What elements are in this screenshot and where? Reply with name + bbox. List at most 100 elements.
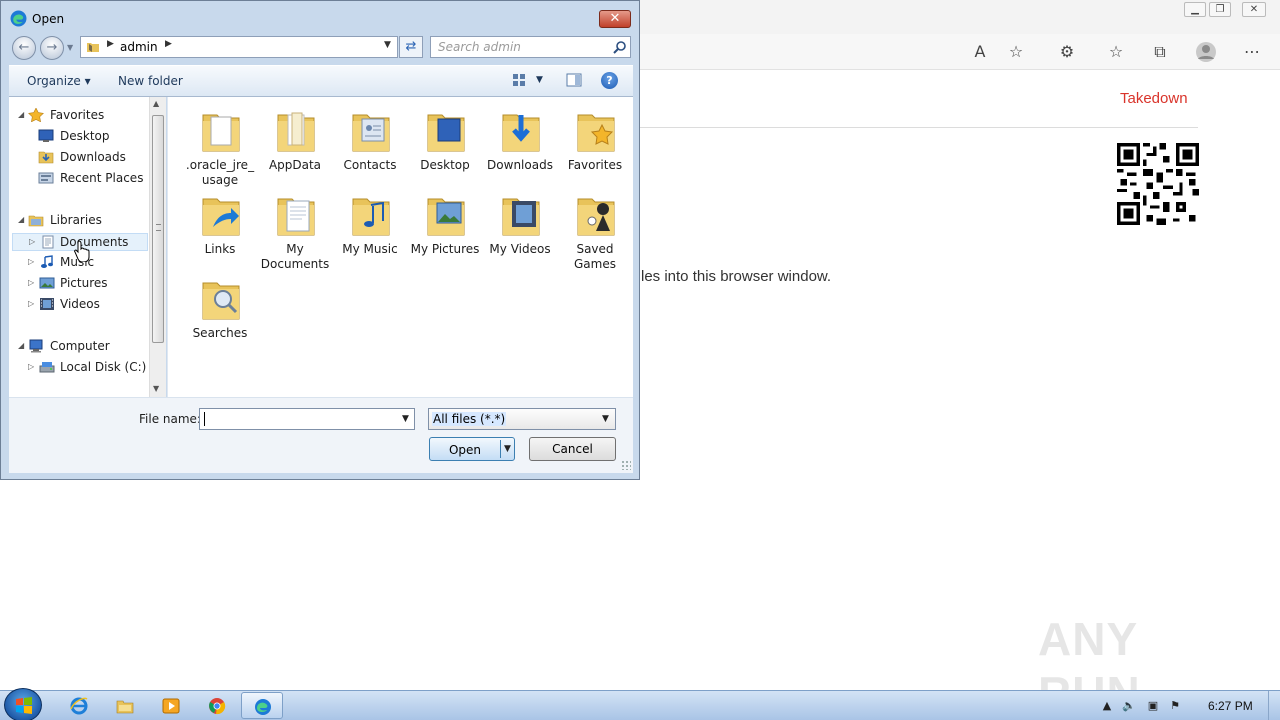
file-item[interactable]: .oracle_jre_ usage: [185, 101, 255, 187]
preview-pane-icon[interactable]: [566, 73, 582, 87]
address-bar[interactable]: ▶ admin ▶ ▼: [80, 36, 398, 58]
taskbar-file-explorer[interactable]: [104, 692, 146, 719]
videos-library-icon: [40, 298, 54, 310]
search-icon[interactable]: [613, 40, 627, 54]
file-type-select[interactable]: All files (*.*) ▼: [428, 408, 616, 430]
drop-instructions-text: les into this browser window.: [641, 268, 832, 285]
open-button[interactable]: Open ▼: [429, 437, 515, 461]
network-icon[interactable]: ▣: [1146, 699, 1160, 713]
action-center-flag-icon[interactable]: ⚑: [1168, 699, 1182, 713]
cancel-button[interactable]: Cancel: [529, 437, 616, 461]
links-folder-icon: [201, 191, 241, 239]
file-item[interactable]: Desktop: [410, 101, 480, 181]
minimize-button[interactable]: ▁: [1184, 2, 1206, 17]
file-item[interactable]: Saved Games: [560, 185, 630, 271]
search-input[interactable]: [431, 37, 611, 57]
scrollbar-thumb[interactable]: [152, 115, 164, 343]
qr-code: [1117, 143, 1199, 225]
forward-button[interactable]: →: [40, 36, 64, 60]
computer-icon: [29, 339, 43, 353]
volume-icon[interactable]: 🔈: [1122, 699, 1136, 713]
file-name-dropdown[interactable]: ▼: [402, 414, 409, 424]
clock[interactable]: 6:27 PM: [1208, 699, 1253, 713]
resize-grip[interactable]: [621, 460, 631, 470]
profile-avatar-icon[interactable]: [1194, 41, 1218, 63]
collapsed-arrow-icon[interactable]: ▷: [29, 237, 35, 246]
file-item[interactable]: Links: [185, 185, 255, 265]
file-item[interactable]: Searches: [185, 269, 255, 349]
file-name-combobox[interactable]: ▼: [199, 408, 415, 430]
file-item[interactable]: Favorites: [560, 101, 630, 181]
close-window-button[interactable]: ✕: [1242, 2, 1266, 17]
star-icon: [28, 108, 44, 122]
file-item[interactable]: Downloads: [485, 101, 555, 181]
tree-label: Libraries: [50, 213, 102, 227]
show-desktop-button[interactable]: [1268, 691, 1280, 720]
internet-explorer-icon: [70, 697, 88, 715]
restore-button[interactable]: ❐: [1209, 2, 1231, 17]
taskbar-edge-active[interactable]: [241, 692, 283, 719]
collections-icon[interactable]: ⧉: [1148, 41, 1172, 63]
file-item[interactable]: AppData: [260, 101, 330, 181]
breadcrumb-arrow-icon[interactable]: ▶: [165, 39, 172, 49]
file-item-label: My Pictures: [410, 242, 480, 256]
taskbar-media-player[interactable]: [150, 692, 192, 719]
extensions-icon[interactable]: ⚙: [1055, 41, 1079, 63]
pictures-folder-icon: [426, 191, 466, 239]
more-views-dropdown[interactable]: ▼: [536, 75, 543, 85]
tree-label: Pictures: [60, 276, 108, 290]
breadcrumb-admin[interactable]: admin: [120, 40, 158, 54]
address-history-dropdown[interactable]: ▼: [384, 40, 391, 50]
file-item[interactable]: My Documents: [260, 185, 330, 271]
tree-label: Desktop: [60, 129, 110, 143]
divider: [640, 127, 1198, 128]
show-hidden-icons-icon[interactable]: ▲: [1100, 699, 1114, 713]
file-name-input[interactable]: [200, 409, 396, 429]
downloads-folder-icon: [501, 107, 541, 155]
expanded-arrow-icon[interactable]: ◢: [18, 215, 24, 224]
file-item-label: AppData: [268, 158, 322, 172]
file-item-label: Links: [204, 242, 236, 256]
scroll-down-arrow-icon[interactable]: ▼: [153, 384, 159, 393]
text-caret: [204, 412, 205, 426]
takedown-link[interactable]: Takedown: [1120, 90, 1188, 107]
collapsed-arrow-icon[interactable]: ▷: [28, 362, 34, 371]
dialog-footer: File name: ▼ All files (*.*) ▼ Open ▼ Ca…: [9, 397, 633, 473]
collapsed-arrow-icon[interactable]: ▷: [28, 257, 34, 266]
add-favorite-icon[interactable]: ☆: [1004, 41, 1028, 63]
file-item[interactable]: Contacts: [335, 101, 405, 181]
start-button[interactable]: [4, 688, 42, 720]
anyrun-watermark: ANY RUN: [1038, 613, 1140, 719]
change-view-icon[interactable]: [512, 73, 526, 87]
new-folder-button[interactable]: New folder: [118, 74, 183, 88]
breadcrumb-arrow-icon[interactable]: ▶: [107, 39, 114, 49]
collapsed-arrow-icon[interactable]: ▷: [28, 299, 34, 308]
file-item-label: My Videos: [489, 242, 551, 256]
back-button[interactable]: ←: [12, 36, 36, 60]
taskbar-chrome[interactable]: [196, 692, 238, 719]
taskbar: ▲ 🔈 ▣ ⚑ 6:27 PM: [0, 688, 1280, 720]
scroll-up-arrow-icon[interactable]: ▲: [153, 99, 159, 108]
local-disk-icon: [39, 362, 55, 373]
file-type-dropdown-arrow-icon[interactable]: ▼: [602, 414, 609, 424]
favorites-icon[interactable]: ☆: [1104, 41, 1128, 63]
libraries-icon: [28, 215, 44, 227]
taskbar-internet-explorer[interactable]: [58, 692, 100, 719]
file-item[interactable]: My Videos: [485, 185, 555, 265]
file-item[interactable]: My Pictures: [410, 185, 480, 265]
contacts-folder-icon: [351, 107, 391, 155]
organize-button[interactable]: Organize ▾: [27, 74, 91, 88]
navigation-scrollbar[interactable]: ▲ ▼: [149, 97, 166, 397]
more-options-icon[interactable]: ⋯: [1240, 41, 1264, 63]
read-aloud-icon[interactable]: A: [968, 41, 992, 63]
collapsed-arrow-icon[interactable]: ▷: [28, 278, 34, 287]
help-icon[interactable]: ?: [601, 72, 618, 89]
recent-locations-dropdown[interactable]: ▼: [67, 43, 73, 52]
file-name-label: File name:: [139, 412, 201, 426]
refresh-button[interactable]: ⇄: [399, 36, 423, 58]
expanded-arrow-icon[interactable]: ◢: [18, 110, 24, 119]
open-options-dropdown[interactable]: ▼: [504, 444, 511, 454]
file-item[interactable]: My Music: [335, 185, 405, 265]
expanded-arrow-icon[interactable]: ◢: [18, 341, 24, 350]
dialog-close-button[interactable]: ✕: [599, 10, 631, 28]
